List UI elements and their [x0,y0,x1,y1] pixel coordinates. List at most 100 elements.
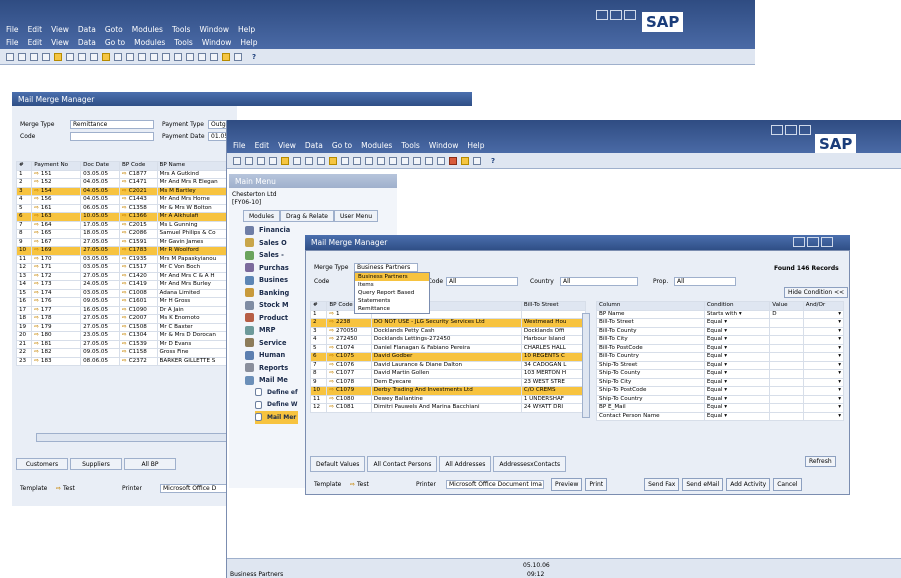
condition-row[interactable]: Bill-To PostCode Equal ▾ ▾ [596,343,845,353]
new-icon[interactable] [233,156,241,165]
column-header[interactable]: Payment No [31,161,82,171]
hide-condition-button[interactable]: Hide Condition << [784,287,849,298]
link-arrow-icon[interactable]: ⇨ [122,222,127,228]
refresh-button[interactable]: Refresh [805,456,836,467]
condition-cell[interactable]: Equal ▾ [703,403,771,413]
table-row[interactable]: 8 ⇨ 165 18.05.05 ⇨ C2086 Samuel Philips & Co [15,229,238,239]
and-or-cell[interactable]: ▾ [802,318,845,328]
column-header[interactable]: Column [596,301,705,311]
dropdown-option[interactable]: Query Report Based [355,289,429,297]
dropdown-option[interactable]: Business Partners [355,273,429,281]
dropdown-icon[interactable]: ▾ [722,345,727,351]
mail-merge-subitem[interactable]: Define ef [255,386,298,399]
prev-record-icon[interactable] [126,52,134,61]
back-table-scrollbar[interactable] [36,433,236,442]
action-button[interactable]: Preview [551,478,583,491]
table-row[interactable]: 1 ⇨ 151 03.05.05 ⇨ C1877 Mrs A Gutkind [15,169,238,179]
link-arrow-icon[interactable]: ⇨ [34,341,39,347]
link-arrow-icon[interactable]: ⇨ [122,256,127,262]
column-header[interactable]: And/Or [802,301,845,311]
module-item[interactable]: Human [245,349,290,362]
print-icon[interactable] [18,52,26,61]
menu-item[interactable]: Edit [255,141,270,150]
table-row[interactable]: 7 ⇨ 164 17.05.05 ⇨ C2015 Ms L Gunning [15,220,238,230]
table-row[interactable]: 7 ⇨ C1076 David Laurance & Diane Dalton 34 C… [309,360,587,370]
table-row[interactable]: 17 ⇨ 177 16.05.05 ⇨ C1090 Dr A Jain [15,305,238,315]
link-arrow-icon[interactable]: ⇨ [34,247,39,253]
new-icon[interactable] [6,52,14,61]
link-arrow-icon[interactable]: ⇨ [34,315,39,321]
link-arrow-icon[interactable]: ⇨ [34,273,39,279]
menu-item[interactable]: Tools [401,141,419,150]
condition-cell[interactable] [769,386,804,396]
module-item[interactable]: Purchas [245,262,290,275]
link-arrow-icon[interactable]: ⇨ [329,311,334,317]
condition-cell[interactable]: Equal ▾ [703,335,771,345]
back-merge-type-select[interactable]: Remittance [70,120,154,129]
link-arrow-icon[interactable]: ⇨ [122,171,127,177]
menu-item[interactable]: Go to [105,38,125,47]
condition-cell[interactable]: Equal ▾ [703,386,771,396]
table-row[interactable]: 4 ⇨ 156 04.05.05 ⇨ C1443 Mr And Mrs Horne [15,195,238,205]
table-row[interactable]: 3 ⇨ 270050 Docklands Petty Cash Docklands Of… [309,326,587,336]
link-arrow-icon[interactable]: ⇨ [122,315,127,321]
link-arrow-icon[interactable]: ⇨ [122,298,127,304]
main-menu-tab[interactable]: Drag & Relate [279,210,334,222]
back-tab-1[interactable]: Suppliers [70,458,122,470]
country-select[interactable]: All [560,277,638,286]
column-header[interactable]: # [309,301,328,311]
printer-select[interactable]: Microsoft Office Document Ima [446,480,544,489]
link-arrow-icon[interactable]: ⇨ [34,171,39,177]
condition-row[interactable]: Ship-To County Equal ▾ ▾ [596,369,845,379]
link-arrow-icon[interactable]: ⇨ [122,341,127,347]
condition-row[interactable]: Contact Person Name Equal ▾ ▾ [596,411,845,421]
and-or-cell[interactable]: ▾ [802,352,845,362]
link-arrow-icon[interactable]: ⇨ [34,196,39,202]
and-or-cell[interactable]: ▾ [802,386,845,396]
calendar-icon[interactable] [473,156,481,165]
menu-item[interactable]: Goto [105,25,123,34]
table-row[interactable]: 1 ⇨ 1 [309,309,587,319]
base-doc-icon[interactable] [186,52,194,61]
condition-cell[interactable]: Equal ▾ [703,318,771,328]
gross-profit-icon[interactable] [210,52,218,61]
link-arrow-icon[interactable]: ⇨ [329,370,334,376]
module-item[interactable]: MRP [245,324,290,337]
table-row[interactable]: 15 ⇨ 174 03.05.05 ⇨ C1008 Adana Limited [15,288,238,298]
base-doc-icon[interactable] [413,156,421,165]
condition-cell[interactable] [769,377,804,387]
link-arrow-icon[interactable]: ⇨ [122,213,127,219]
dialog-tab[interactable]: AddressesxContacts [493,456,567,472]
link-arrow-icon[interactable]: ⇨ [329,379,334,385]
menu-item[interactable]: File [233,141,246,150]
table-row[interactable]: 12 ⇨ C1081 Dimitri Pauwels And Marina Bacch… [309,403,587,413]
link-arrow-icon[interactable]: ⇨ [34,358,39,364]
table-row[interactable]: 14 ⇨ 173 24.05.05 ⇨ C1419 Mr And Mrs Burley [15,280,238,290]
condition-row[interactable]: Ship-To PostCode Equal ▾ ▾ [596,386,845,396]
condition-cell[interactable] [769,411,804,421]
menu-item[interactable]: Help [467,141,484,150]
condition-cell[interactable] [769,360,804,370]
condition-cell[interactable]: Equal ▾ [703,369,771,379]
action-button[interactable]: Cancel [773,478,802,491]
action-button[interactable]: Send Fax [644,478,680,491]
menu-item[interactable]: Tools [172,25,190,34]
module-item[interactable]: Banking [245,287,290,300]
table-row[interactable]: 2 ⇨ 152 04.05.05 ⇨ C1471 Mr And Mrs R Elegan [15,178,238,188]
back-window-controls[interactable] [594,10,636,22]
prev-record-icon[interactable] [353,156,361,165]
filter-icon[interactable] [162,52,170,61]
and-or-cell[interactable]: ▾ [802,343,845,353]
link-arrow-icon[interactable]: ⇨ [122,281,127,287]
module-item[interactable]: Service [245,337,290,350]
link-arrow-icon[interactable]: ⇨ [34,222,39,228]
filter-icon[interactable] [389,156,397,165]
prop-select[interactable]: All [674,277,736,286]
table-row[interactable]: 2 ⇨ 2238 DO NOT USE - JLG Security Services… [309,318,587,328]
dropdown-icon[interactable]: ▾ [722,404,727,410]
help-icon[interactable]: ? [491,157,495,165]
dropdown-icon[interactable]: ▾ [722,336,727,342]
and-or-cell[interactable]: ▾ [802,309,845,319]
condition-cell[interactable] [769,369,804,379]
link-arrow-icon[interactable]: ⇨ [329,319,334,325]
